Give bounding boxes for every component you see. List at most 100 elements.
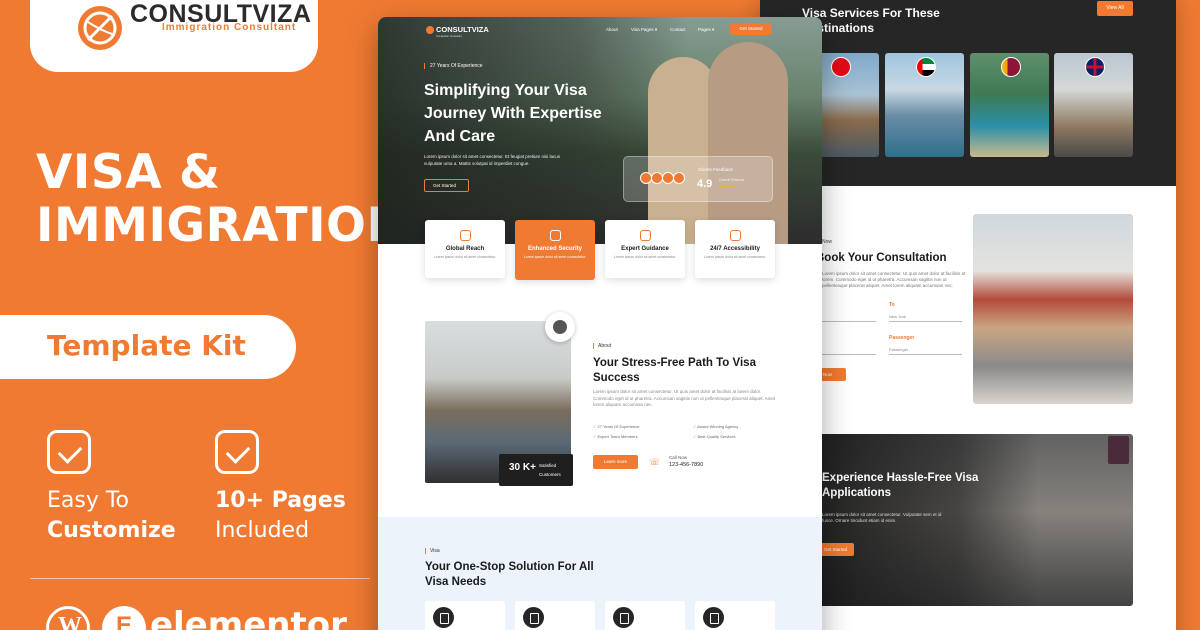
feature-card-title: Global Reach — [445, 246, 485, 252]
hero-get-started-button[interactable]: Get Started — [424, 179, 469, 192]
feature-card-title: Enhanced Security — [527, 246, 583, 252]
feature-line2: Included — [215, 518, 310, 543]
feedback-label: Clients Feedback — [698, 167, 733, 172]
elementor-wordmark: elementor — [150, 605, 347, 630]
nav-item-visa-pages[interactable]: Visa Pages ▾ — [631, 27, 657, 33]
call-number[interactable]: 123-456-7890 — [669, 462, 703, 468]
learn-more-button[interactable]: Learn more — [593, 455, 638, 469]
consultation-photo — [973, 214, 1133, 404]
template-kit-pill: Template Kit — [0, 315, 296, 379]
feature-line1: Easy To — [47, 488, 130, 513]
globe-icon — [459, 230, 471, 241]
about-check-item: Expert Team Members — [593, 434, 637, 439]
elementor-icon: E — [102, 606, 146, 630]
to-field-label: To — [889, 302, 895, 308]
hero-title: VISA & IMMIGRATION — [36, 146, 406, 252]
globe-plane-icon — [78, 6, 122, 50]
elementor-glyph: E — [116, 612, 133, 630]
destination-card-uk[interactable] — [1054, 53, 1133, 157]
view-all-button[interactable]: View All — [1097, 1, 1133, 16]
visa-card[interactable] — [515, 601, 595, 630]
expand-icon — [1108, 436, 1129, 464]
apply-title: Experience Hassle-Free Visa Applications — [822, 472, 979, 499]
about-description: Lorem ipsum dolor sit amet consectetur. … — [593, 389, 776, 407]
phone-icon: ☏ — [649, 458, 661, 468]
to-field[interactable] — [889, 321, 962, 322]
destinations-section: Visa Services For These Destinations Vie… — [760, 0, 1176, 186]
clients-feedback-card: Clients Feedback 4.9 Overall Reviews ★★★… — [623, 156, 773, 202]
stat-number: 30 K+ — [509, 462, 536, 473]
expert-icon — [639, 230, 651, 241]
back-page-mockup: Visa Services For These Destinations Vie… — [760, 0, 1176, 630]
wordpress-glyph: W — [58, 613, 82, 630]
divider — [30, 578, 370, 579]
visa-card[interactable] — [425, 601, 505, 630]
feedback-score: 4.9 — [697, 178, 713, 190]
feature-card-accessibility[interactable]: 24/7 Accessibility Lorem ipsum dolor sit… — [695, 220, 775, 278]
about-check-item: 27 Years Of Experience — [593, 424, 639, 429]
shield-icon — [549, 230, 561, 241]
avatar — [673, 172, 685, 184]
nav-item-pages[interactable]: Pages ▾ — [698, 27, 714, 33]
destinations-title: Visa Services For These Destinations — [802, 6, 940, 35]
card-icon — [613, 607, 634, 628]
feature-card-expert-guidance[interactable]: Expert Guidance Lorem ipsum dolor sit am… — [605, 220, 685, 278]
feature-card-desc: Lorem ipsum dolor sit amet consectetur. — [613, 255, 677, 259]
passenger-field-placeholder: Passenger — [889, 347, 909, 352]
to-field-placeholder: New York — [889, 314, 906, 319]
apply-get-started-button[interactable]: Get Started — [817, 543, 854, 556]
visa-card[interactable] — [605, 601, 685, 630]
feature-card-desc: Lorem ipsum dolor sit amet consectetur. — [433, 255, 497, 259]
feature-card-enhanced-security[interactable]: Enhanced Security Lorem ipsum dolor sit … — [515, 220, 595, 280]
stat-label: Satisfied Customers — [539, 463, 561, 477]
from-field[interactable] — [816, 321, 876, 322]
feature-line1: 10+ Pages — [215, 488, 346, 513]
nav-logo-sub: Immigration Consultant — [436, 35, 462, 38]
hero-title-line2: IMMIGRATION — [36, 198, 407, 253]
call-now-label: Call Now — [669, 455, 688, 460]
turkey-flag-icon — [831, 57, 851, 77]
hero-heading: Simplifying Your Visa Journey With Exper… — [424, 82, 602, 145]
document-icon — [523, 607, 544, 628]
passenger-field[interactable] — [889, 354, 962, 355]
feature-card-title: 24/7 Accessibility — [710, 246, 760, 252]
satisfied-customers-stat: 30 K+ Satisfied Customers — [499, 454, 573, 486]
nav-item-about[interactable]: About — [606, 27, 618, 32]
feature-card-desc: Lorem ipsum dolor sit amet consectetur. — [523, 255, 587, 259]
passenger-field-label: Passenger — [889, 335, 915, 341]
visa-card[interactable] — [695, 601, 775, 630]
sri-lanka-flag-icon — [1001, 57, 1021, 77]
nav-logo[interactable]: CONSULTVIZA Immigration Consultant — [426, 25, 489, 38]
stamp-icon — [703, 607, 724, 628]
visa-eyebrow: Visa — [425, 548, 440, 554]
front-page-mockup: CONSULTVIZA Immigration Consultant About … — [378, 17, 822, 630]
destination-card-uae[interactable] — [885, 53, 964, 157]
star-rating-icon: ★★★★★ — [719, 184, 737, 189]
hero-title-line1: VISA & — [36, 145, 221, 200]
date-field[interactable] — [816, 354, 876, 355]
feature-card-global-reach[interactable]: Global Reach Lorem ipsum dolor sit amet … — [425, 220, 505, 278]
nav-get-started-button[interactable]: Get Started — [730, 23, 772, 35]
booking-eyebrow: Now — [822, 239, 833, 245]
uae-flag-icon — [916, 57, 936, 77]
about-check-item: Award Winning Agency — [693, 424, 738, 429]
brand-tagline: Immigration Consultant — [162, 22, 297, 33]
about-check-item: Best Quality Services — [693, 434, 735, 439]
nav-logo-text: CONSULTVIZA — [436, 25, 489, 34]
booking-description: Lorem ipsum dolor sit amet consectetur. … — [822, 271, 966, 288]
apply-description: Lorem ipsum dolor sit amet consectetur. … — [822, 512, 942, 523]
clock-icon — [729, 230, 741, 241]
feature-customize: Easy To Customize — [47, 430, 176, 546]
about-title: Your Stress-Free Path To Visa Success — [593, 357, 756, 384]
award-badge-icon — [545, 312, 575, 342]
feature-line2: Customize — [47, 518, 176, 543]
nav-item-contact[interactable]: Contact — [670, 27, 686, 32]
feature-card-desc: Lorem ipsum dolor sit amet consectetur. — [703, 255, 767, 259]
hero-body: Lorem ipsum dolor sit amet consectetur. … — [424, 154, 561, 166]
brand-logo-card: CONSULTVIZA Immigration Consultant — [30, 0, 318, 72]
visa-title: Your One-Stop Solution For All Visa Need… — [425, 561, 594, 588]
feature-card-title: Expert Guidance — [621, 246, 669, 252]
feedback-sub: Overall Reviews — [719, 178, 745, 182]
destination-card-sri-lanka[interactable] — [970, 53, 1049, 157]
wordpress-icon: W — [46, 606, 90, 630]
